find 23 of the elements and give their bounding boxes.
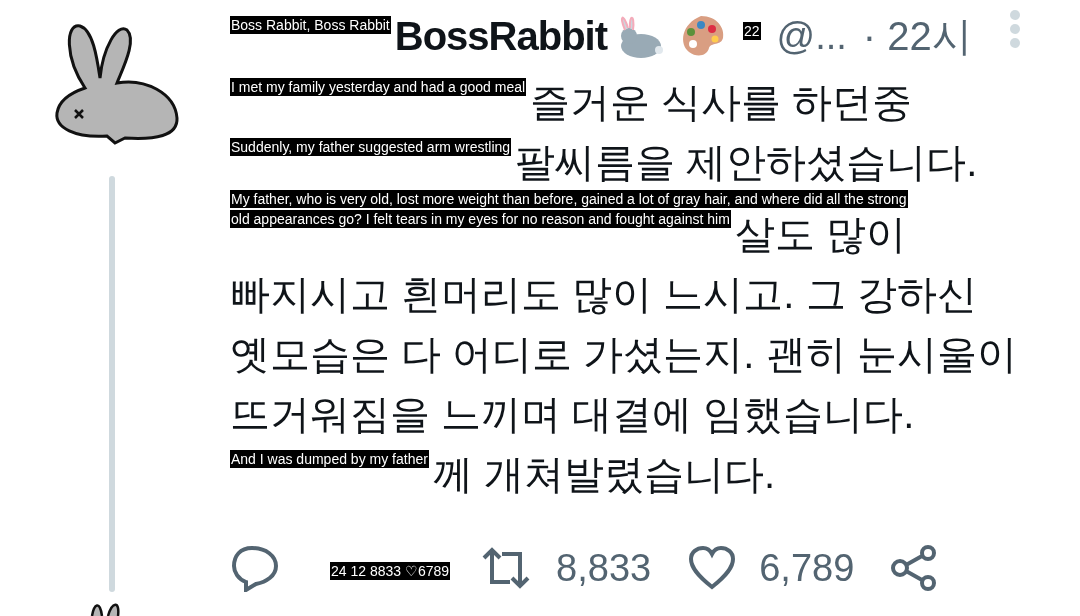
heart-icon[interactable]	[687, 545, 738, 591]
display-name[interactable]: BossRabbit	[394, 6, 607, 66]
speech-bubble-icon[interactable]	[230, 544, 280, 592]
caption-text: Suddenly, my father suggested arm wrestling	[230, 138, 512, 156]
caption-text: Boss Rabbit, Boss Rabbit	[230, 16, 391, 34]
post-text-line: 살도 많이	[734, 211, 906, 258]
caption-text: I met my family yesterday and had a good meal	[230, 78, 527, 96]
post-text-line: 빠지시고 흰머리도 많이 느시고. 그 강하신	[230, 271, 977, 318]
post-text-line: 께 개쳐발렸습니다.	[432, 451, 776, 498]
caption-text: My father, who is very old, lost more weight than before, gained a lot of gray hair, and where did all the strong	[230, 190, 908, 208]
caption-text: And I was dumped by my father	[230, 450, 429, 468]
caption-text: old appearances go? I felt tears in my eyes for no reason and fought against him	[230, 210, 731, 228]
caption-text: 24 12 8833 ♡6789	[330, 562, 451, 580]
action-count: 6,789	[759, 545, 855, 591]
action-count: 8,833	[556, 545, 652, 591]
post-time[interactable]: · 22시	[862, 6, 972, 66]
post-text-line: 팔씨름을 제안하셨습니다.	[515, 139, 978, 186]
post-text-line: 뜨거워짐을 느끼며 대결에 임했습니다.	[230, 391, 915, 438]
post-text-line: 즐거운 식사를 하던중	[530, 79, 913, 126]
share-icon[interactable]	[890, 545, 939, 591]
post-text-line: 옛모습은 다 어디로 가셨는지. 괜히 눈시울이	[230, 331, 1017, 378]
caption-text: 22	[743, 22, 761, 40]
user-handle[interactable]: @...	[776, 7, 847, 65]
